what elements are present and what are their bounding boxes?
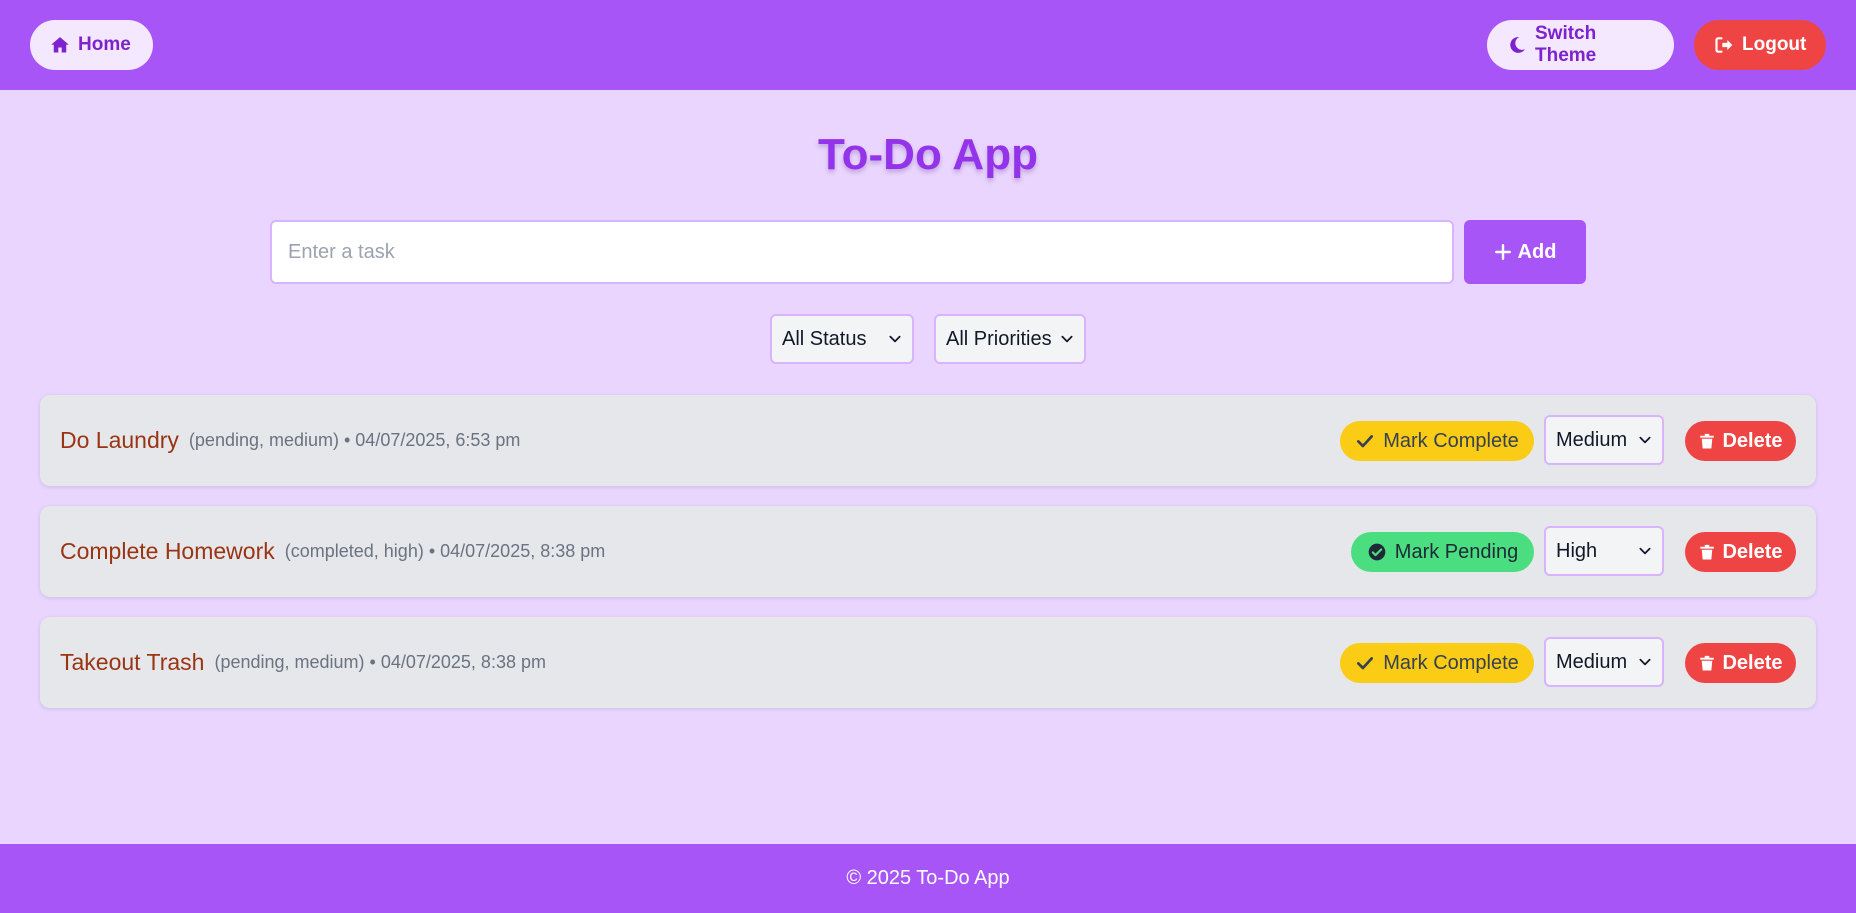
check-icon [1357,657,1374,670]
trash-icon [1700,655,1715,671]
toggle-label: Mark Complete [1383,429,1519,452]
task-item: Do Laundry (pending, medium) • 04/07/202… [40,395,1816,486]
task-info: Takeout Trash (pending, medium) • 04/07/… [60,617,546,708]
priority-value: Medium [1556,650,1628,673]
chevron-down-icon [1639,547,1651,555]
home-label: Home [78,34,131,55]
chevron-down-icon [1639,658,1651,666]
toggle-label: Mark Pending [1394,540,1519,563]
mark-pending-button[interactable]: Mark Pending [1351,532,1534,572]
status-filter-value: All Status [782,327,867,350]
task-name: Complete Homework [60,538,275,564]
task-item: Takeout Trash (pending, medium) • 04/07/… [40,617,1816,708]
plus-icon [1494,244,1511,260]
sign-out-icon [1715,37,1733,53]
delete-button[interactable]: Delete [1685,532,1796,572]
status-filter-select[interactable]: All Status [770,314,914,364]
logout-label: Logout [1742,34,1807,55]
delete-label: Delete [1722,429,1783,452]
task-meta: (completed, high) • 04/07/2025, 8:38 pm [284,541,606,561]
add-label: Add [1517,240,1557,263]
task-name: Do Laundry [60,427,179,453]
task-input[interactable] [270,220,1454,284]
task-meta: (pending, medium) • 04/07/2025, 8:38 pm [214,652,546,672]
toggle-label: Mark Complete [1383,651,1519,674]
task-info: Do Laundry (pending, medium) • 04/07/202… [60,395,520,486]
priority-value: High [1556,539,1598,562]
home-icon [51,37,69,53]
delete-button[interactable]: Delete [1685,421,1796,461]
add-task-button[interactable]: Add [1464,220,1586,284]
top-bar: Home Switch Theme Logout [0,0,1856,90]
mark-complete-button[interactable]: Mark Complete [1340,421,1534,461]
delete-label: Delete [1722,540,1783,563]
task-meta: (pending, medium) • 04/07/2025, 6:53 pm [188,430,521,450]
priority-filter-value: All Priorities [946,327,1052,350]
delete-label: Delete [1722,651,1783,674]
priority-select[interactable]: Medium [1544,415,1664,465]
priority-select[interactable]: High [1544,526,1664,576]
page: Home Switch Theme Logout To-Do App Add A… [0,0,1856,913]
mark-complete-button[interactable]: Mark Complete [1340,643,1534,683]
chevron-down-icon [1061,335,1073,343]
priority-select[interactable]: Medium [1544,637,1664,687]
check-circle-icon [1368,543,1386,561]
task-info: Complete Homework (completed, high) • 04… [60,506,605,597]
footer-text: © 2025 To-Do App [846,867,1010,889]
priority-value: Medium [1556,428,1628,451]
priority-filter-select[interactable]: All Priorities [934,314,1086,364]
delete-button[interactable]: Delete [1685,643,1796,683]
chevron-down-icon [1639,436,1651,444]
switch-theme-button[interactable]: Switch Theme [1487,20,1674,70]
trash-icon [1700,433,1715,449]
logout-button[interactable]: Logout [1694,20,1826,70]
chevron-down-icon [889,335,901,343]
check-icon [1357,435,1374,448]
task-name: Takeout Trash [60,649,205,675]
trash-icon [1700,544,1715,560]
page-title: To-Do App [818,130,1038,179]
task-item: Complete Homework (completed, high) • 04… [40,506,1816,597]
switch-theme-label: Switch Theme [1535,23,1597,66]
footer: © 2025 To-Do App [0,844,1856,913]
moon-icon [1510,37,1525,53]
home-button[interactable]: Home [30,20,153,70]
